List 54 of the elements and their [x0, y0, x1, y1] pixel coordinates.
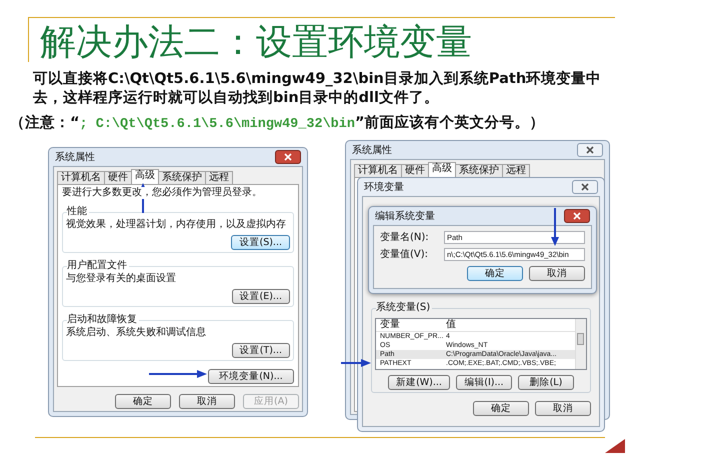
tab[interactable]: 系统保护 — [455, 164, 503, 177]
tab[interactable]: 计算机名 — [354, 164, 402, 177]
tab[interactable]: 高级 — [131, 169, 159, 184]
button[interactable]: 确定 — [115, 394, 171, 409]
field-label: 变量值(V): — [380, 248, 430, 261]
tab[interactable]: 远程 — [205, 171, 233, 184]
button[interactable]: 取消 — [535, 401, 591, 416]
button[interactable]: 新建(W)... — [388, 375, 450, 390]
group-title: 性能 — [67, 206, 89, 218]
close-icon — [573, 212, 581, 220]
button[interactable]: 编辑(I)... — [456, 375, 512, 390]
tab[interactable]: 系统保护 — [158, 171, 206, 184]
note-text: （注意：“; C:\Qt\Qt5.6.1\5.6\mingw49_32\bin”前面应该有个英文分号。） — [10, 114, 546, 134]
close-button[interactable] — [564, 209, 590, 223]
group-title: 用户配置文件 — [67, 260, 129, 272]
scrollbar[interactable] — [575, 319, 586, 369]
button[interactable]: 确定 — [473, 401, 529, 416]
scrollbar-thumb[interactable] — [577, 333, 584, 345]
slide-title: 解决办法二：设置环境变量 — [40, 21, 472, 64]
group-description: 视觉效果，处理器计划，内存使用，以及虚拟内存 — [66, 219, 287, 231]
body-paragraph: 可以直接将C:\Qt\Qt5.6.1\5.6\mingw49_32\bin目录加入到系统Path环境变量中去，这样程序运行时就可以自动找到bin目录中的dll文件了。 — [33, 70, 602, 108]
close-button[interactable] — [577, 143, 603, 157]
window-title: 系统属性 — [55, 150, 95, 164]
window-title: 环境变量 — [364, 180, 404, 194]
group-title: 系统变量(S) — [376, 302, 432, 314]
right-arrow-icon — [149, 370, 207, 378]
button[interactable]: 设置(E)... — [232, 289, 290, 304]
tab[interactable]: 高级 — [428, 162, 456, 177]
column-header[interactable]: 值 — [442, 319, 575, 331]
close-button[interactable] — [275, 150, 301, 164]
button[interactable]: 设置(T)... — [232, 343, 290, 358]
button[interactable]: 删除(L) — [518, 375, 574, 390]
field-label: 变量名(N): — [380, 230, 430, 244]
close-button[interactable] — [572, 180, 598, 194]
corner-mark-icon — [605, 439, 625, 453]
close-icon — [284, 153, 292, 161]
tab[interactable]: 计算机名 — [57, 171, 105, 184]
button[interactable]: 设置(S)... — [231, 235, 290, 250]
window-title: 系统属性 — [352, 144, 392, 157]
tab[interactable]: 远程 — [502, 164, 530, 177]
button[interactable]: 确定 — [467, 266, 523, 281]
close-icon — [581, 183, 589, 191]
group-description: 系统启动、系统失败和调试信息 — [66, 327, 207, 339]
group-title: 启动和故障恢复 — [67, 314, 139, 326]
tab[interactable]: 硬件 — [104, 171, 132, 184]
button[interactable]: 取消 — [529, 266, 585, 281]
close-icon — [586, 146, 594, 154]
button[interactable]: 环境变量(N)... — [208, 369, 294, 384]
down-arrow-icon — [551, 208, 559, 246]
window-title: 编辑系统变量 — [375, 210, 435, 223]
group-description: 与您登录有关的桌面设置 — [66, 273, 177, 285]
right-arrow-icon — [341, 359, 371, 367]
tab[interactable]: 硬件 — [401, 164, 429, 177]
button[interactable]: 取消 — [179, 394, 235, 409]
